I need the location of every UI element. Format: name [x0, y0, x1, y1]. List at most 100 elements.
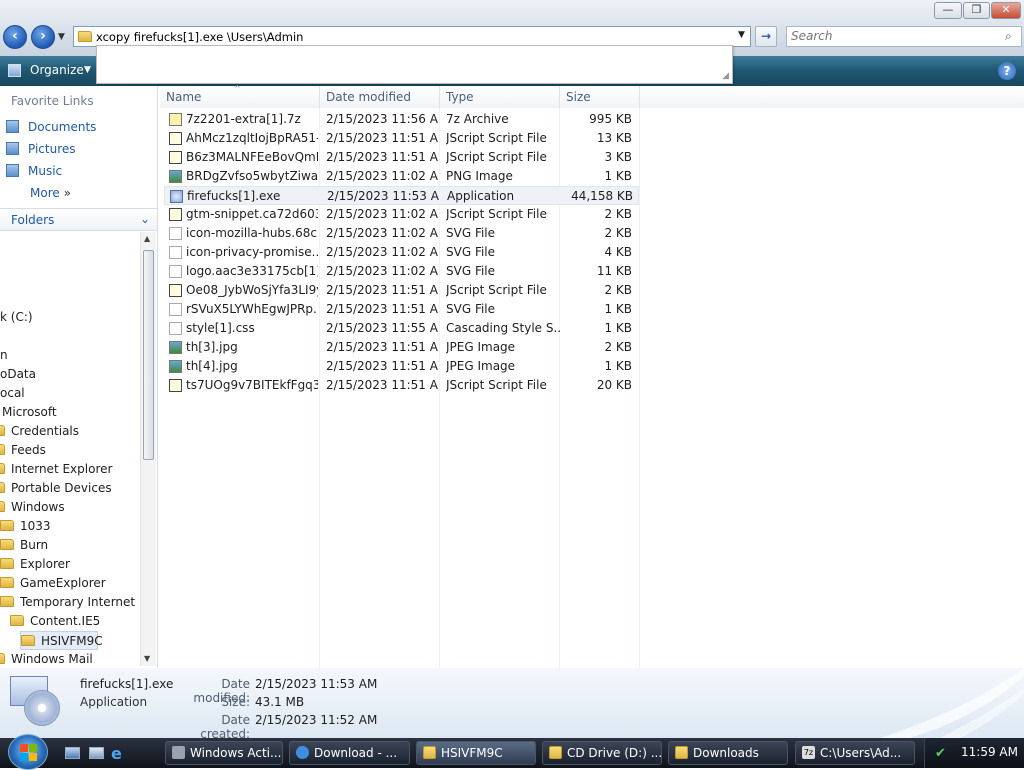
- tree-item[interactable]: Internet Explorer: [0, 460, 112, 479]
- start-button[interactable]: [8, 734, 48, 770]
- file-icon: [169, 303, 182, 316]
- file-type: JPEG Image: [446, 359, 516, 373]
- taskbar-task-active[interactable]: HSIVFM9C: [416, 741, 536, 765]
- search-input[interactable]: [791, 29, 1001, 43]
- taskbar-task[interactable]: CD Drive (D:) ...: [542, 741, 662, 765]
- scroll-thumb[interactable]: [143, 250, 154, 460]
- search-box[interactable]: ⌕: [786, 26, 1022, 47]
- minimize-button[interactable]: —: [934, 2, 962, 19]
- address-input[interactable]: [96, 29, 726, 45]
- file-row[interactable]: B6z3MALNFEeBovQmI... 2/15/2023 11:51 AM JS…: [164, 148, 639, 167]
- column-header-name[interactable]: Name ^: [160, 84, 320, 108]
- taskbar-task[interactable]: Downloads: [668, 741, 788, 765]
- file-type: SVG File: [446, 264, 496, 278]
- close-button[interactable]: ✕: [991, 2, 1021, 19]
- file-row[interactable]: icon-mozilla-hubs.68c... 2/15/2023 11:02 …: [164, 224, 639, 243]
- details-pane: firefucks[1].exe Application Date modifi…: [0, 668, 1024, 741]
- file-row[interactable]: logo.aac3e33175cb[1].... 2/15/2023 11:02 …: [164, 262, 639, 281]
- file-type: JScript Script File: [446, 283, 547, 297]
- scroll-down-icon[interactable]: ▼: [144, 654, 150, 663]
- show-desktop-icon[interactable]: [65, 747, 80, 759]
- file-row[interactable]: BRDgZvfso5wbytZiwak... 2/15/2023 11:02 AM…: [164, 167, 639, 186]
- date-created-value: 2/15/2023 11:52 AM: [255, 713, 378, 727]
- tree-item-selected[interactable]: HSIVFM9C: [20, 631, 103, 650]
- file-date: 2/15/2023 11:51 AM: [326, 283, 438, 297]
- tree-item[interactable]: Windows: [0, 498, 65, 517]
- fav-music[interactable]: Music: [6, 161, 62, 181]
- file-row[interactable]: th[3].jpg 2/15/2023 11:51 AM JPEG Image 2 K…: [164, 338, 639, 357]
- folders-header[interactable]: Folders ⌄: [0, 208, 157, 231]
- tree-item[interactable]: Portable Devices: [0, 479, 112, 498]
- file-size: 1 KB: [604, 302, 632, 316]
- file-row[interactable]: gtm-snippet.ca72d603... 2/15/2023 11:02 A…: [164, 205, 639, 224]
- file-row[interactable]: ts7UOg9v7BITEkfFgq3r... 2/15/2023 11:51 A…: [164, 376, 639, 395]
- tree-item[interactable]: Microsoft: [2, 403, 57, 422]
- file-type: PNG Image: [446, 169, 513, 183]
- file-icon: [169, 132, 182, 145]
- help-icon[interactable]: ?: [998, 62, 1016, 80]
- taskbar: e Windows Acti... Download - ... HSIVFM9…: [0, 734, 1024, 770]
- search-icon[interactable]: ⌕: [1005, 29, 1012, 44]
- taskbar-task[interactable]: 7z C:\Users\Ad...: [795, 741, 915, 765]
- security-shield-icon[interactable]: ✔: [935, 746, 946, 761]
- column-header-type[interactable]: Type: [440, 86, 560, 108]
- file-row[interactable]: 7z2201-extra[1].7z 2/15/2023 11:56 AM 7z A…: [164, 110, 639, 129]
- tree-item[interactable]: ocal: [0, 384, 25, 403]
- tree-item[interactable]: k (C:): [0, 308, 33, 327]
- file-name: th[3].jpg: [186, 340, 238, 354]
- date-modified-value: 2/15/2023 11:53 AM: [255, 677, 378, 691]
- file-date: 2/15/2023 11:51 AM: [326, 150, 438, 164]
- column-header-size[interactable]: Size: [560, 86, 640, 108]
- fav-documents[interactable]: Documents: [6, 117, 96, 137]
- folder-tree: k (C:) n oData ocal Microsoft Credential…: [0, 232, 140, 668]
- scroll-up-icon[interactable]: ▲: [144, 234, 150, 243]
- file-date: 2/15/2023 11:56 AM: [326, 112, 438, 126]
- tree-item[interactable]: Content.IE5: [10, 612, 100, 631]
- tree-item[interactable]: n: [0, 346, 8, 365]
- tree-item[interactable]: Explorer: [0, 555, 70, 574]
- file-row[interactable]: icon-privacy-promise.... 2/15/2023 11:02 …: [164, 243, 639, 262]
- tree-scrollbar[interactable]: ▲ ▼: [140, 232, 156, 666]
- column-header-date[interactable]: Date modified: [320, 86, 440, 108]
- address-autocomplete-dropdown[interactable]: ◢: [96, 45, 733, 84]
- file-type: JScript Script File: [446, 378, 547, 392]
- decorative-swoosh: [880, 668, 1024, 738]
- organize-button[interactable]: Organize: [30, 63, 84, 77]
- organize-chevron-icon[interactable]: ▼: [84, 65, 91, 75]
- recent-pages-dropdown-icon[interactable]: ▼: [58, 32, 65, 42]
- back-button[interactable]: ‹: [3, 25, 27, 49]
- file-row[interactable]: Oe08_JybWoSjYfa3LI9y... 2/15/2023 11:51 A…: [164, 281, 639, 300]
- file-row[interactable]: rSVuX5LYWhEgwJPRp... 2/15/2023 11:51 AM SV…: [164, 300, 639, 319]
- fav-more[interactable]: More »: [30, 183, 71, 203]
- address-dropdown-icon[interactable]: ▼: [738, 30, 745, 40]
- clock[interactable]: 11:59 AM: [961, 745, 1018, 759]
- tree-item[interactable]: Burn: [0, 536, 48, 555]
- folder-icon: [21, 635, 35, 646]
- file-row[interactable]: firefucks[1].exe 2/15/2023 11:53 AM Applic…: [164, 186, 639, 205]
- internet-explorer-icon[interactable]: e: [111, 744, 122, 763]
- folders-collapse-icon[interactable]: ⌄: [140, 212, 150, 226]
- switch-windows-icon[interactable]: [89, 747, 104, 759]
- tools-icon: [172, 746, 185, 759]
- tree-item[interactable]: 1033: [0, 517, 51, 536]
- file-row[interactable]: style[1].css 2/15/2023 11:55 AM Cascading …: [164, 319, 639, 338]
- tree-item[interactable]: Windows Mail: [0, 650, 93, 668]
- tree-item[interactable]: GameExplorer: [0, 574, 106, 593]
- resize-grip-icon[interactable]: ◢: [722, 71, 729, 81]
- file-date: 2/15/2023 11:02 AM: [326, 245, 438, 259]
- file-row[interactable]: AhMcz1zqltIojBpRA51-... 2/15/2023 11:51 A…: [164, 129, 639, 148]
- forward-button[interactable]: ›: [31, 25, 55, 49]
- folder-icon: [0, 596, 14, 607]
- address-bar[interactable]: ▼: [73, 26, 751, 47]
- tree-item[interactable]: Credentials: [0, 422, 79, 441]
- go-button[interactable]: →: [755, 26, 777, 47]
- fav-pictures[interactable]: Pictures: [6, 139, 76, 159]
- taskbar-task[interactable]: Windows Acti...: [165, 741, 283, 765]
- maximize-button[interactable]: ❐: [963, 2, 990, 19]
- tree-item[interactable]: Feeds: [0, 441, 46, 460]
- file-row[interactable]: th[4].jpg 2/15/2023 11:51 AM JPEG Image 1 K…: [164, 357, 639, 376]
- tree-item[interactable]: oData: [0, 365, 36, 384]
- folder-icon: [10, 615, 24, 626]
- taskbar-task[interactable]: Download - ...: [289, 741, 410, 765]
- tree-item[interactable]: Temporary Internet Fil: [0, 593, 140, 612]
